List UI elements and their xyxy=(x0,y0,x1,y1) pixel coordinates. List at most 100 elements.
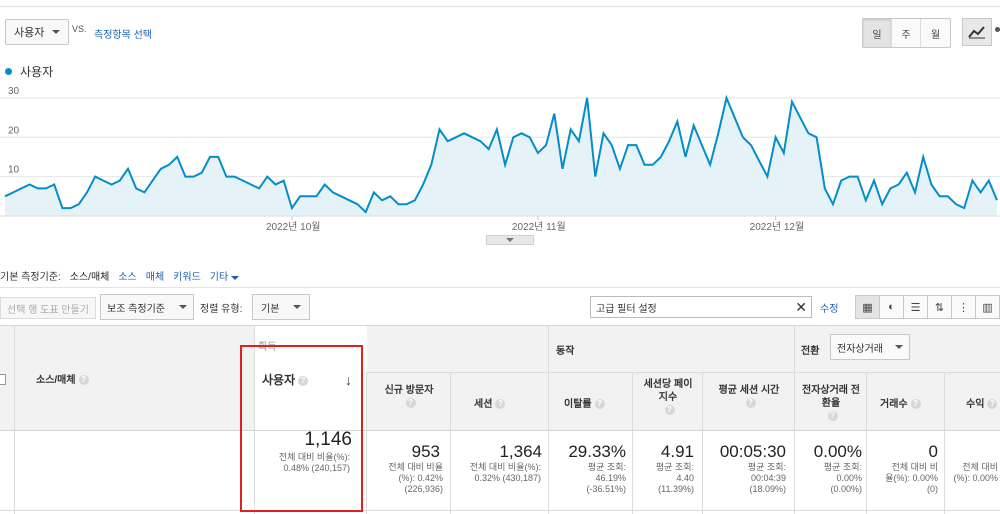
period-month-button[interactable]: 월 xyxy=(921,19,950,47)
column-divider xyxy=(794,326,795,514)
dimension-other-label: 기타 xyxy=(209,272,229,283)
ecommerce-rate-header-label: 전자상거래 전환율 xyxy=(802,385,860,409)
pages-per-session-header[interactable]: 세션당 페이지수? xyxy=(640,378,696,417)
column-divider xyxy=(366,372,367,514)
top-divider xyxy=(0,6,1000,7)
help-icon[interactable]: ? xyxy=(495,399,506,410)
pages-per-session-avg: 평균 조회: 4.40 (11.39%) xyxy=(656,462,694,495)
revenue-header[interactable]: 수익? xyxy=(966,398,998,411)
dimension-header[interactable]: 소스/매체? xyxy=(36,374,89,387)
metric-selector-label: 사용자 xyxy=(14,27,45,39)
compare-metric-link[interactable]: 측정항목 선택 xyxy=(94,26,152,41)
help-icon[interactable]: ? xyxy=(664,405,675,416)
tx-share-line3: (0) xyxy=(927,484,938,494)
help-icon[interactable]: ? xyxy=(745,398,756,409)
ecommerce-rate-total: 0.00% xyxy=(813,442,862,461)
table-view-toggle: ▦ ◐ ☰ ⇅ ⋮ ▥ xyxy=(855,295,1000,319)
ecr-avg-line1: 평균 조회: xyxy=(823,462,862,472)
new-users-share-line1: 전체 대비 비율 xyxy=(388,462,443,472)
metric-selector[interactable]: 사용자 xyxy=(5,19,70,45)
new-users-header-label: 신규 방문자 xyxy=(384,385,434,396)
subheader-divider xyxy=(366,372,1000,373)
y-tick-label: 10 xyxy=(8,165,20,176)
help-icon[interactable]: ? xyxy=(827,411,838,422)
column-divider xyxy=(548,326,549,514)
chevron-down-icon xyxy=(895,345,903,349)
sessions-header-label: 세션 xyxy=(474,399,493,410)
avg-session-header[interactable]: 평균 세션 시간? xyxy=(708,384,790,410)
tx-share-line1: 전체 대비 비 xyxy=(891,462,938,472)
pie-view-icon[interactable]: ◐ xyxy=(879,295,904,319)
table-view-icon[interactable]: ▦ xyxy=(855,295,880,319)
sessions-share-line2: 0.32% (430,187) xyxy=(474,473,541,483)
chart-legend: 사용자 xyxy=(5,63,53,80)
period-week-button[interactable]: 주 xyxy=(892,19,921,47)
users-line-chart: 30 20 10 2022년 10월 2022년 11월 2022년 12월 xyxy=(0,80,1000,240)
help-icon[interactable]: ? xyxy=(405,398,416,409)
avg-session-header-label: 평균 세션 시간 xyxy=(718,385,780,396)
advanced-filter-value: 고급 필터 설정 xyxy=(596,303,657,315)
conversion-select-label: 전자상거래 xyxy=(837,343,883,355)
section-divider xyxy=(0,287,1000,288)
sessions-share: 전체 대비 비율(%): 0.32% (430,187) xyxy=(470,462,541,484)
bounce-rate-header[interactable]: 이탈률? xyxy=(564,398,605,411)
advanced-filter-field[interactable]: 고급 필터 설정 ✕ xyxy=(590,296,812,318)
period-day-button[interactable]: 일 xyxy=(863,19,892,47)
column-divider xyxy=(944,372,945,514)
term-cloud-icon[interactable]: ⋮ xyxy=(951,295,976,319)
dimension-other[interactable]: 기타 xyxy=(210,268,239,283)
avg-session-total: 00:05:30 xyxy=(719,442,786,461)
help-icon[interactable]: ? xyxy=(987,399,998,410)
new-users-header[interactable]: 신규 방문자? xyxy=(372,384,446,410)
select-all-checkbox[interactable] xyxy=(0,374,6,385)
users-highlight-box xyxy=(240,345,363,512)
dimension-medium[interactable]: 매체 xyxy=(146,268,164,283)
pivot-view-icon[interactable]: ▥ xyxy=(975,295,1000,319)
dimension-source[interactable]: 소스 xyxy=(118,268,136,283)
secondary-dimension-label: 보조 측정기준 xyxy=(107,303,165,315)
secondary-dimension-select[interactable]: 보조 측정기준 xyxy=(100,294,194,320)
close-icon[interactable]: ✕ xyxy=(795,299,807,316)
avs-avg-line2: 00:04:39 xyxy=(750,473,786,483)
sessions-header[interactable]: 세션? xyxy=(474,398,506,411)
column-divider xyxy=(632,372,633,514)
dimension-source-medium[interactable]: 소스/매체 xyxy=(70,268,110,283)
legend-label: 사용자 xyxy=(20,65,54,79)
line-chart-button[interactable] xyxy=(962,18,992,46)
pages-per-session-total: 4.91 xyxy=(660,442,694,461)
dimension-keyword[interactable]: 키워드 xyxy=(173,268,201,283)
ecr-avg-line3: (0.00%) xyxy=(830,484,862,494)
transactions-header-label: 거래수 xyxy=(880,399,908,410)
performance-view-icon[interactable]: ☰ xyxy=(903,295,928,319)
sort-type-select[interactable]: 기본 xyxy=(252,294,310,320)
transactions-header[interactable]: 거래수? xyxy=(880,398,921,411)
revenue-share: 전체 대비 (%): 0.00% xyxy=(953,462,998,484)
avg-session-avg: 평균 조회: 00:04:39 (18.09%) xyxy=(748,462,786,495)
chevron-down-icon xyxy=(52,30,61,34)
primary-dimension-label: 기본 측정기준: xyxy=(0,272,61,283)
ecommerce-rate-header[interactable]: 전자상거래 전환율? xyxy=(800,384,862,423)
pages-per-session-header-label: 세션당 페이지수 xyxy=(643,379,693,403)
plot-rows-button[interactable]: 선택 행 도표 만들기 xyxy=(0,297,96,319)
help-icon[interactable]: ? xyxy=(78,375,89,386)
revenue-header-label: 수익 xyxy=(966,399,985,410)
x-tick-label: 2022년 10월 xyxy=(266,221,321,233)
comparison-view-icon[interactable]: ⇅ xyxy=(927,295,952,319)
tx-share-line2: 율(%): 0.00% xyxy=(885,473,938,483)
vs-label: VS. xyxy=(72,24,87,34)
y-tick-label: 20 xyxy=(8,125,20,136)
edit-filter-link[interactable]: 수정 xyxy=(820,300,838,315)
line-chart-icon xyxy=(968,26,985,39)
chevron-down-icon xyxy=(179,305,187,309)
help-icon[interactable]: ? xyxy=(910,399,921,410)
bounce-avg-line1: 평균 조회: xyxy=(587,462,626,472)
conversion-select[interactable]: 전자상거래 xyxy=(830,334,910,360)
new-users-share-line3: (226,936) xyxy=(404,484,443,494)
avs-avg-line3: (18.09%) xyxy=(749,484,786,494)
transactions-share: 전체 대비 비 율(%): 0.00% (0) xyxy=(885,462,938,495)
sort-type-label: 정렬 유형: xyxy=(200,304,243,315)
help-icon[interactable]: ? xyxy=(594,399,605,410)
sort-type-value: 기본 xyxy=(261,303,280,315)
chart-collapse-handle[interactable] xyxy=(486,235,534,245)
more-icon[interactable] xyxy=(995,27,1000,32)
